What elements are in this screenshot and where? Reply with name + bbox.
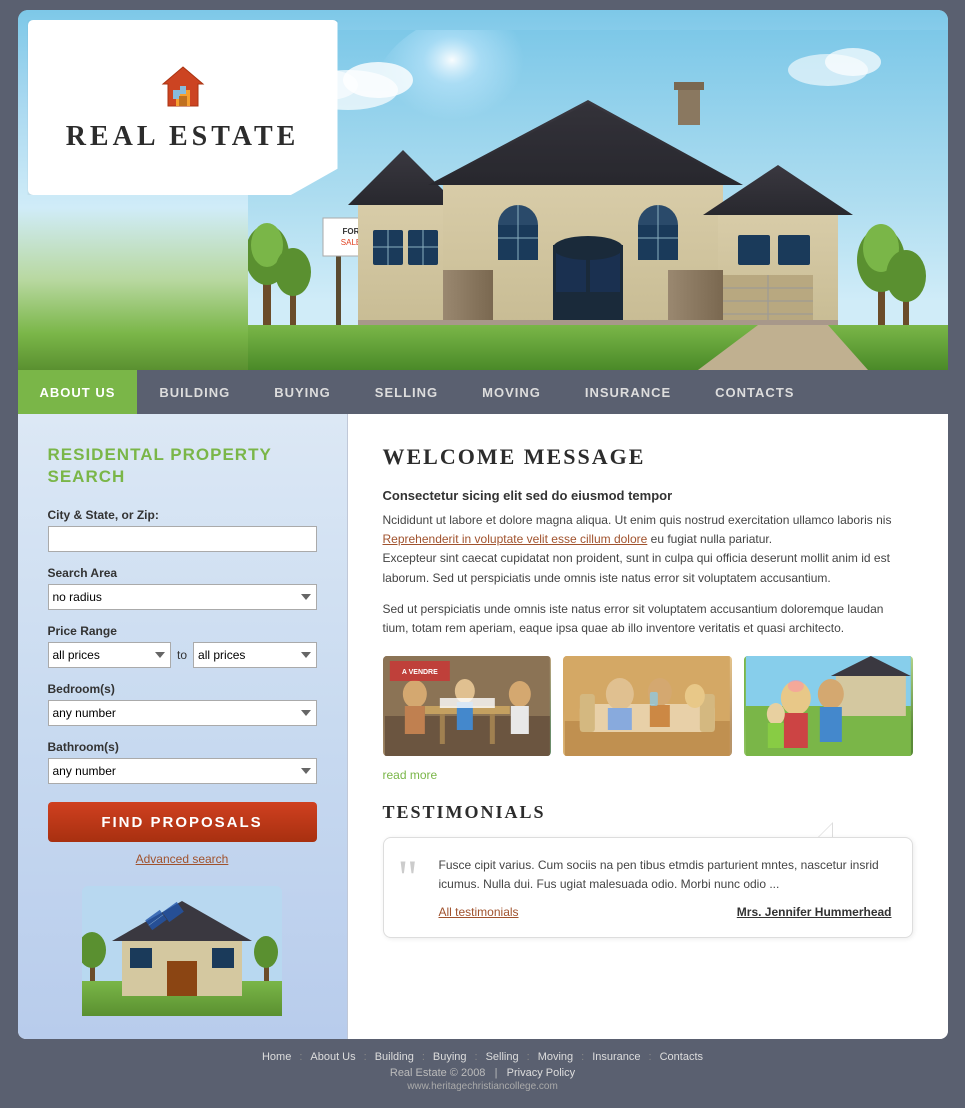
footer-sep-1: :: [299, 1051, 302, 1063]
footer-sep-6: :: [581, 1051, 584, 1063]
sidebar-title: RESIDENTAL PROPERTY SEARCH: [48, 444, 317, 488]
testimonials-footer: All testimonials Mrs. Jennifer Hummerhea…: [439, 905, 892, 919]
privacy-policy-link[interactable]: Privacy Policy: [507, 1067, 575, 1079]
search-area-label: Search Area: [48, 566, 317, 580]
svg-text:A VENDRE: A VENDRE: [401, 669, 437, 676]
advanced-search-link[interactable]: Advanced search: [48, 852, 317, 866]
house-icon: [158, 62, 208, 115]
find-proposals-button[interactable]: Find Proposals: [48, 802, 317, 842]
svg-text:FOR: FOR: [342, 227, 359, 236]
bathrooms-select[interactable]: any number 1 2 3: [48, 758, 317, 784]
quote-mark: ": [398, 852, 418, 902]
footer-sep-5: :: [527, 1051, 530, 1063]
footer-link-contacts[interactable]: Contacts: [660, 1051, 703, 1063]
property-photo-2: [563, 656, 732, 756]
house-illustration: FOR SALE: [248, 30, 948, 370]
photo-row: A VENDRE: [383, 656, 913, 756]
footer-link-buying[interactable]: Buying: [433, 1051, 467, 1063]
bedrooms-select[interactable]: any number 1 2 3 4: [48, 700, 317, 726]
testimonials-wrapper: " Fusce cipit varius. Cum sociis na pen …: [383, 837, 913, 937]
site-footer: Home : About Us : Building : Buying : Se…: [18, 1039, 948, 1098]
welcome-text-2: Excepteur sint caecat cupidatat non proi…: [383, 551, 890, 584]
footer-link-about[interactable]: About Us: [310, 1051, 355, 1063]
footer-sep-4: :: [475, 1051, 478, 1063]
welcome-paragraph-1: Ncididunt ut labore et dolore magna aliq…: [383, 511, 913, 588]
nav-moving[interactable]: MOVING: [460, 370, 563, 414]
testimonials-title: TESTIMONIALS: [383, 802, 913, 823]
nav-about-us[interactable]: ABOUT US: [18, 370, 138, 414]
bedrooms-group: Bedroom(s) any number 1 2 3 4: [48, 682, 317, 726]
welcome-subtitle: Consectetur sicing elit sed do eiusmod t…: [383, 488, 913, 503]
city-zip-group: City & State, or Zip:: [48, 508, 317, 552]
testimonial-text: Fusce cipit varius. Cum sociis na pen ti…: [439, 856, 892, 894]
price-from-select[interactable]: all prices under $100k $100k-$200k: [48, 642, 172, 668]
testimonials-box: " Fusce cipit varius. Cum sociis na pen …: [383, 837, 913, 937]
read-more-link[interactable]: read more: [383, 768, 913, 782]
footer-link-building[interactable]: Building: [375, 1051, 414, 1063]
city-label: City & State, or Zip:: [48, 508, 317, 522]
price-range-group: Price Range all prices under $100k $100k…: [48, 624, 317, 668]
search-area-group: Search Area no radius 5 miles 10 miles 2…: [48, 566, 317, 610]
all-testimonials-link[interactable]: All testimonials: [439, 905, 519, 919]
footer-sep-7: :: [649, 1051, 652, 1063]
price-to-label: to: [177, 648, 187, 662]
sidebar-house-image: [48, 886, 317, 1019]
price-range-label: Price Range: [48, 624, 317, 638]
bathrooms-label: Bathroom(s): [48, 740, 317, 754]
main-nav: ABOUT US BUILDING BUYING SELLING MOVING …: [18, 370, 948, 414]
property-photo-3: [744, 656, 913, 756]
footer-sep-3: :: [422, 1051, 425, 1063]
logo-box: REAL ESTATE: [28, 20, 338, 195]
footer-link-selling[interactable]: Selling: [486, 1051, 519, 1063]
testimonial-author: Mrs. Jennifer Hummerhead: [737, 905, 892, 919]
footer-link-home[interactable]: Home: [262, 1051, 291, 1063]
city-zip-input[interactable]: [48, 526, 317, 552]
footer-link-moving[interactable]: Moving: [538, 1051, 573, 1063]
welcome-text-1a: Ncididunt ut labore et dolore magna aliq…: [383, 513, 892, 527]
search-area-select[interactable]: no radius 5 miles 10 miles 25 miles: [48, 584, 317, 610]
site-header: FOR SALE: [18, 10, 948, 370]
nav-selling[interactable]: SELLING: [353, 370, 460, 414]
welcome-text-1b: eu fugiat nulla pariatur.: [651, 532, 772, 546]
nav-building[interactable]: BUILDING: [137, 370, 252, 414]
footer-sep-2: :: [364, 1051, 367, 1063]
nav-insurance[interactable]: INSURANCE: [563, 370, 693, 414]
price-to-select[interactable]: all prices $100k-$200k $200k-$300k: [193, 642, 317, 668]
welcome-title: WELCOME MESSAGE: [383, 444, 913, 470]
content-area: WELCOME MESSAGE Consectetur sicing elit …: [348, 414, 948, 1039]
nav-buying[interactable]: BUYING: [252, 370, 353, 414]
welcome-paragraph-2: Sed ut perspiciatis unde omnis iste natu…: [383, 600, 913, 638]
nav-contacts[interactable]: CONTACTS: [693, 370, 816, 414]
copyright-text: Real Estate © 2008: [390, 1067, 486, 1079]
bathrooms-group: Bathroom(s) any number 1 2 3: [48, 740, 317, 784]
footer-nav: Home : About Us : Building : Buying : Se…: [18, 1051, 948, 1063]
sidebar: RESIDENTAL PROPERTY SEARCH City & State,…: [18, 414, 348, 1039]
footer-copyright: Real Estate © 2008 | Privacy Policy: [18, 1067, 948, 1079]
welcome-internal-link[interactable]: Reprehenderit in voluptate velit esse ci…: [383, 532, 648, 546]
property-photo-1: A VENDRE: [383, 656, 552, 756]
logo-title: REAL ESTATE: [66, 121, 300, 153]
footer-link-insurance[interactable]: Insurance: [592, 1051, 640, 1063]
main-content: RESIDENTAL PROPERTY SEARCH City & State,…: [18, 414, 948, 1039]
bedrooms-label: Bedroom(s): [48, 682, 317, 696]
